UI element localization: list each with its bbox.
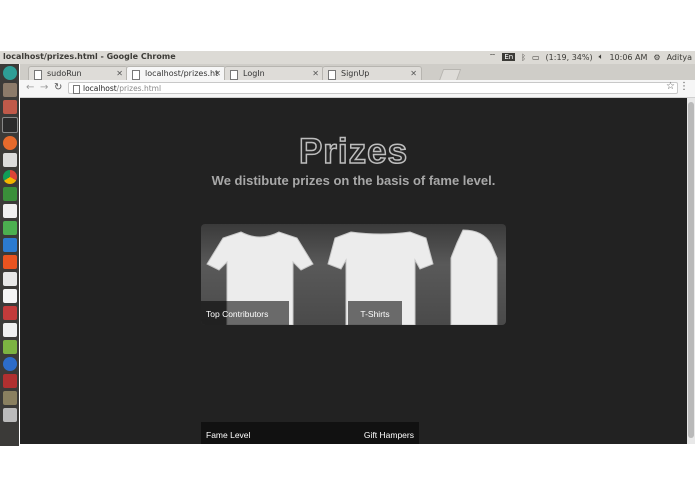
page-icon bbox=[230, 70, 238, 80]
editor-icon[interactable] bbox=[2, 153, 17, 167]
battery-icon[interactable]: ▭ bbox=[532, 53, 540, 62]
user-name[interactable]: Aditya bbox=[667, 53, 692, 62]
tab-prizes[interactable]: localhost/prizes.ht ✕ bbox=[126, 66, 226, 80]
writer-icon[interactable] bbox=[2, 238, 17, 252]
forward-arrow-icon[interactable]: → bbox=[40, 82, 48, 93]
page-scrollbar[interactable] bbox=[687, 98, 695, 444]
terminal-icon[interactable] bbox=[1, 117, 18, 133]
keyboard-layout-indicator[interactable]: En bbox=[502, 53, 516, 61]
chrome-icon[interactable] bbox=[2, 170, 17, 184]
settings-icon[interactable] bbox=[2, 306, 17, 320]
wifi-icon[interactable]: ⌔ bbox=[489, 52, 497, 62]
firefox-icon[interactable] bbox=[2, 136, 17, 150]
page-icon bbox=[328, 70, 336, 80]
page-info-icon[interactable] bbox=[73, 85, 80, 94]
settings-gear-icon[interactable]: ⚙ bbox=[653, 53, 660, 62]
page-viewport: Prizes We distibute prizes on the basis … bbox=[20, 98, 687, 444]
sheets-icon[interactable] bbox=[2, 221, 17, 235]
bluetooth-icon[interactable] bbox=[2, 357, 17, 371]
disk-icon[interactable] bbox=[2, 391, 17, 405]
tshirt-side-shape bbox=[450, 229, 498, 325]
ubuntu-software-icon[interactable] bbox=[2, 255, 17, 269]
caption-top-contributors: Top Contributors bbox=[206, 309, 269, 319]
amazon-icon[interactable] bbox=[2, 289, 17, 303]
unity-launcher bbox=[0, 64, 19, 446]
tab-strip: sudoRun ✕ localhost/prizes.ht ✕ LogIn ✕ … bbox=[20, 64, 695, 81]
back-arrow-icon[interactable]: ← bbox=[26, 82, 34, 93]
tab-signup[interactable]: SignUp ✕ bbox=[322, 66, 422, 80]
clock[interactable]: 10:06 AM bbox=[609, 53, 647, 62]
battery-status[interactable]: (1:19, 34%) bbox=[546, 53, 593, 62]
android-icon[interactable] bbox=[2, 340, 17, 354]
prize-card-gift-hampers[interactable]: Fame Level Gift Hampers bbox=[201, 422, 419, 444]
close-icon[interactable]: ✕ bbox=[116, 69, 123, 78]
scrollbar-thumb[interactable] bbox=[688, 102, 694, 438]
close-icon[interactable]: ✕ bbox=[312, 69, 319, 78]
volume-icon[interactable]: 🔈︎ bbox=[599, 52, 604, 62]
dash-icon[interactable] bbox=[2, 66, 17, 80]
reload-icon[interactable]: ↻ bbox=[54, 82, 62, 93]
doc-icon[interactable] bbox=[2, 272, 17, 286]
url-path: /prizes.html bbox=[116, 84, 162, 93]
url-host: localhost bbox=[83, 84, 117, 93]
close-icon[interactable]: ✕ bbox=[214, 69, 221, 78]
bookmark-star-icon[interactable]: ☆ bbox=[666, 81, 675, 92]
caption-gift-hampers: Gift Hampers bbox=[363, 430, 414, 440]
trash-icon[interactable] bbox=[2, 408, 17, 422]
page-icon bbox=[132, 70, 140, 80]
page-icon bbox=[34, 70, 42, 80]
bluetooth-icon[interactable]: ᛒ bbox=[521, 53, 526, 62]
caption-tshirts: T-Shirts bbox=[360, 309, 390, 319]
tab-label: localhost/prizes.ht bbox=[145, 69, 219, 78]
card-caption-left: Top Contributors bbox=[201, 301, 289, 325]
page-title: Prizes bbox=[298, 131, 409, 172]
tab-label: SignUp bbox=[341, 69, 370, 78]
system-tray: ⌔ En ᛒ ▭ (1:19, 34%) 🔈︎ 10:06 AM ⚙ Adity… bbox=[489, 52, 692, 62]
menu-dots-icon[interactable]: ⋮ bbox=[679, 81, 689, 92]
address-bar[interactable]: localhost/prizes.html bbox=[68, 82, 678, 94]
close-icon[interactable]: ✕ bbox=[410, 69, 417, 78]
caption-fame-level: Fame Level bbox=[206, 430, 251, 440]
prize-card-tshirts[interactable]: Top Contributors T-Shirts bbox=[201, 224, 506, 325]
spreadsheet-icon[interactable] bbox=[2, 187, 17, 201]
document-icon[interactable] bbox=[2, 204, 17, 218]
files-icon[interactable] bbox=[2, 83, 17, 97]
window-title: localhost/prizes.html - Google Chrome bbox=[3, 52, 176, 61]
tab-sudorun[interactable]: sudoRun ✕ bbox=[28, 66, 128, 80]
page-subtitle: We distibute prizes on the basis of fame… bbox=[211, 173, 496, 188]
tab-label: LogIn bbox=[243, 69, 265, 78]
mail-icon[interactable] bbox=[2, 323, 17, 337]
system-top-panel: localhost/prizes.html - Google Chrome ⌔ … bbox=[0, 51, 695, 64]
tab-login[interactable]: LogIn ✕ bbox=[224, 66, 324, 80]
card-caption-right: T-Shirts bbox=[348, 301, 402, 325]
media-icon[interactable] bbox=[2, 374, 17, 388]
archive-icon[interactable] bbox=[2, 100, 17, 114]
tab-label: sudoRun bbox=[47, 69, 82, 78]
browser-toolbar: ← → ↻ localhost/prizes.html ☆ ⋮ bbox=[20, 80, 695, 98]
